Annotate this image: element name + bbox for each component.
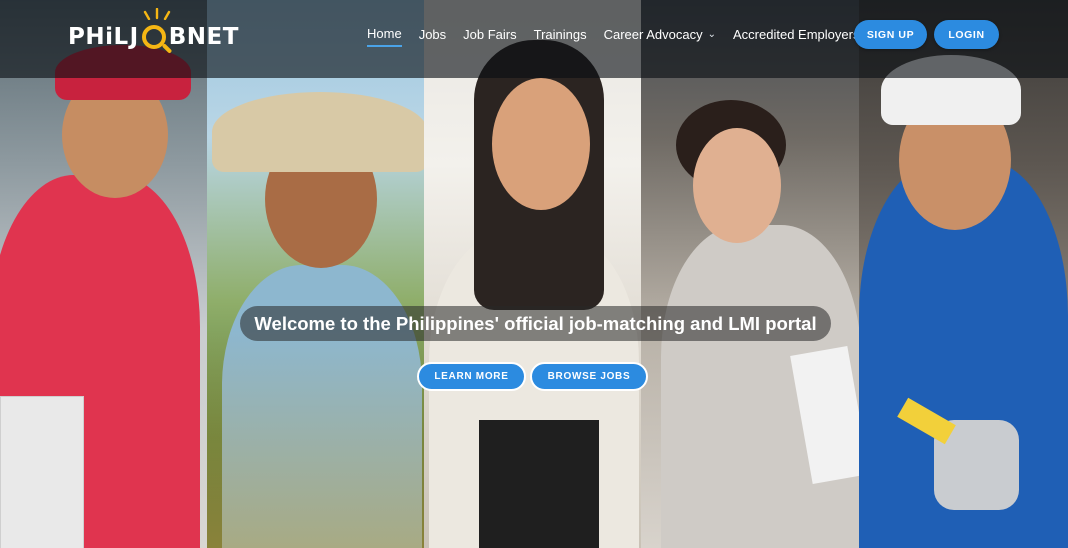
logo-text-right: BNET (168, 24, 239, 50)
nav-item-home[interactable]: Home (367, 22, 402, 47)
farmer-photo (207, 0, 424, 548)
businesswoman-photo (424, 0, 641, 548)
nav-item-jobs[interactable]: Jobs (419, 23, 446, 46)
hero-welcome-text: Welcome to the Philippines' official job… (254, 312, 817, 334)
nav-item-label: Home (367, 26, 402, 41)
nav-item-career-advocacy[interactable]: Career Advocacy ⌄ (604, 23, 716, 46)
nav-item-trainings[interactable]: Trainings (534, 23, 587, 46)
philjobnet-logo[interactable]: PHiL J BNET (68, 8, 239, 54)
nav-item-label: Career Advocacy (603, 27, 703, 42)
nav-item-label: Jobs (418, 27, 447, 42)
logo-rays-icon (143, 8, 171, 20)
magnifier-icon (141, 25, 166, 49)
chevron-down-icon: ⌄ (707, 29, 716, 40)
login-button[interactable]: LOGIN (934, 20, 999, 49)
browse-jobs-button[interactable]: BROWSE JOBS (530, 362, 648, 391)
top-nav-bar: PHiL J BNET Home Jobs Job Fairs Training… (0, 0, 1068, 78)
office-worker-photo (641, 0, 859, 548)
mechanic-photo (859, 0, 1068, 548)
nav-item-label: Accredited Employers (733, 27, 860, 42)
logo-text-left: PHiL (68, 24, 129, 50)
delivery-worker-photo (0, 0, 207, 548)
hero-welcome-banner: Welcome to the Philippines' official job… (240, 306, 831, 341)
main-nav: Home Jobs Job Fairs Trainings Career Adv… (367, 22, 876, 47)
logo-text-mid: J (129, 24, 139, 50)
sign-up-button[interactable]: SIGN UP (854, 20, 927, 49)
nav-item-accredited-employers[interactable]: Accredited Employers (733, 23, 859, 46)
learn-more-button[interactable]: LEARN MORE (417, 362, 526, 391)
nav-item-label: Trainings (533, 27, 587, 42)
hero-photo-strip (0, 0, 1068, 548)
nav-item-job-fairs[interactable]: Job Fairs (463, 23, 516, 46)
nav-item-label: Job Fairs (463, 27, 517, 42)
